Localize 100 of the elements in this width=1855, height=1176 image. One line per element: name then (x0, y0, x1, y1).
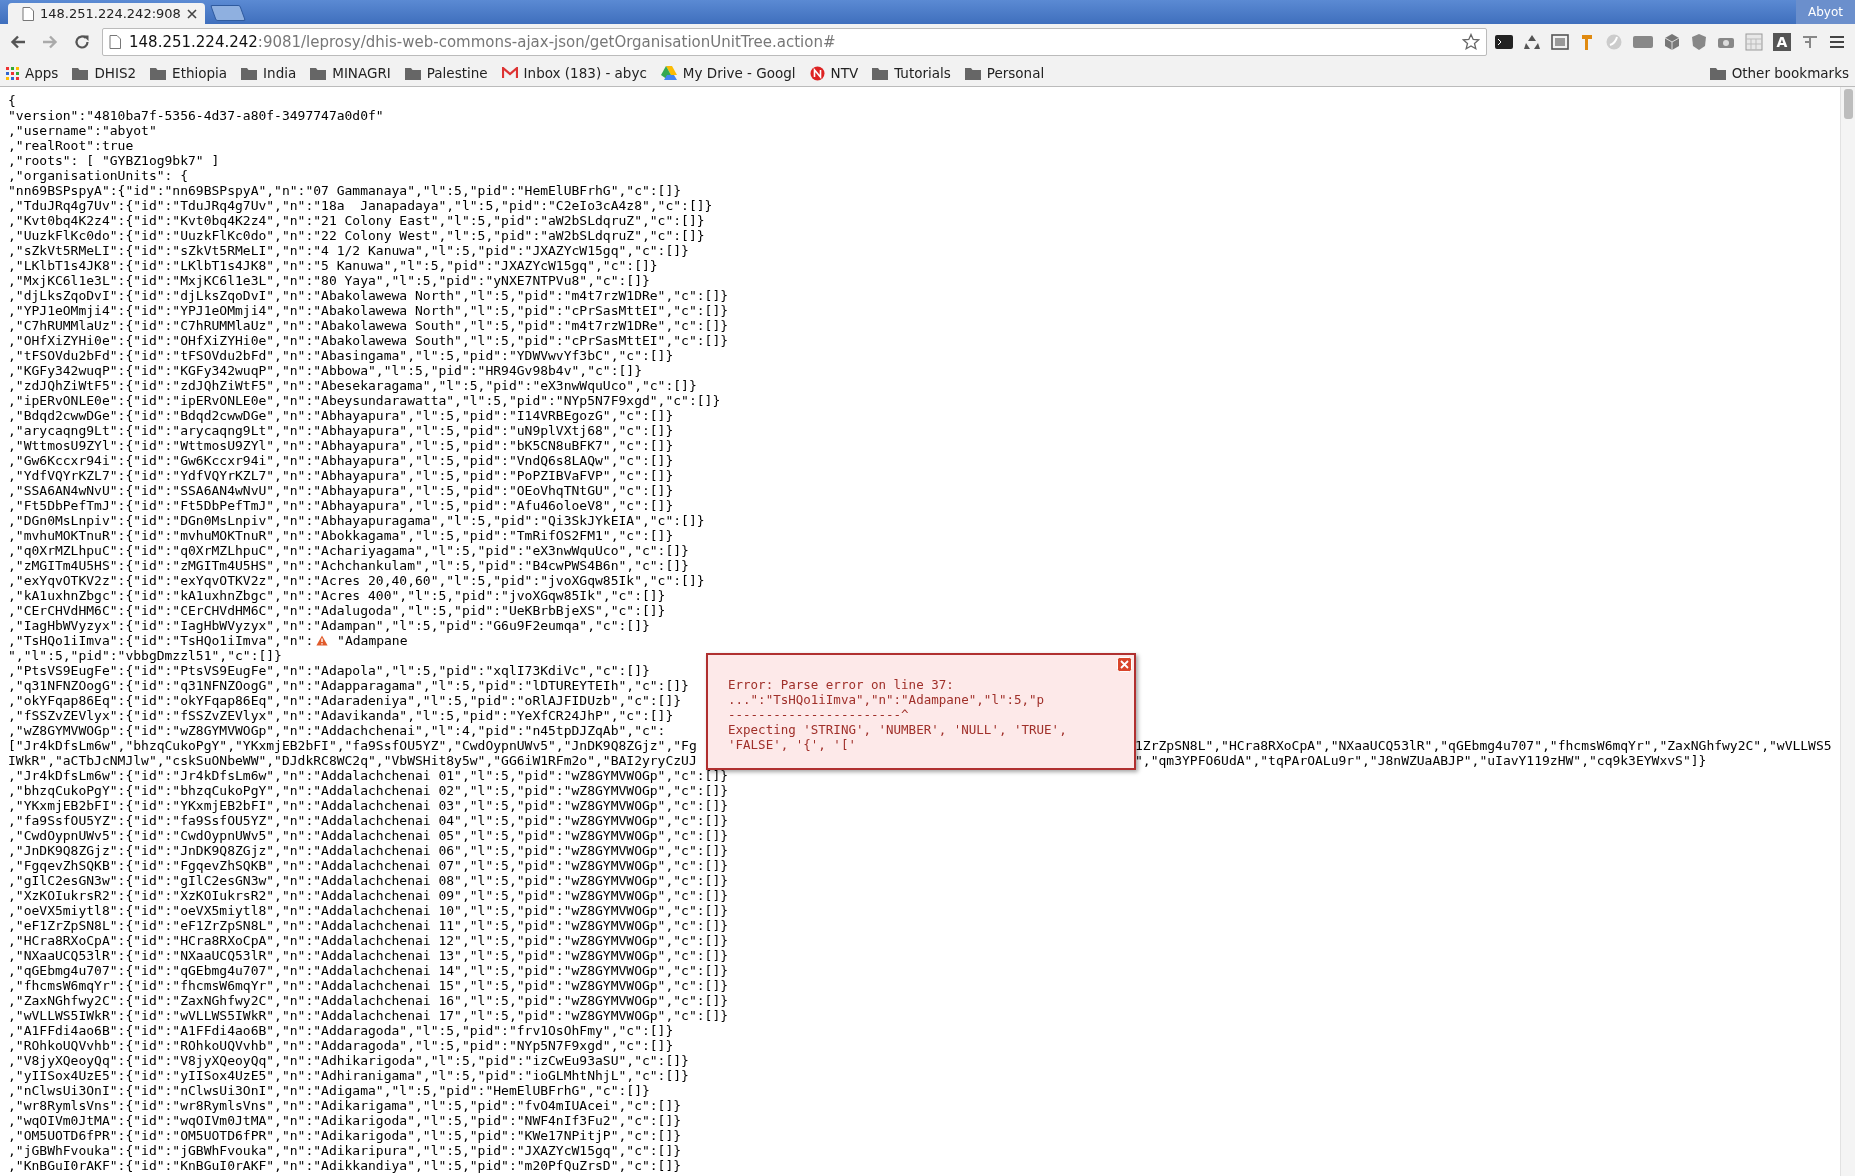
code-line: ,"ZaxNGhfwy2C":{"id":"ZaxNGhfwy2C","n":"Addalachchenai 16","l":5,"pid":"wZ8GYMVWOGp","c":[]} (8, 993, 729, 1008)
page-icon (22, 6, 34, 21)
code-line: ,"TsHQo1iImva":{"id":"TsHQo1iImva","n": (8, 633, 314, 648)
code-line: ,"Gw6Kccxr94i":{"id":"Gw6Kccxr94i","n":"Abhayapura","l":5,"pid":"VndQ6s8LAQw","c":[]} (8, 453, 674, 468)
error-text: Expecting 'STRING', 'NUMBER', 'NULL', 'TRUE', (728, 722, 1068, 737)
code-line: ,"HCra8RXoCpA":{"id":"HCra8RXoCpA","n":"Addalachchenai 12","l":5,"pid":"wZ8GYMVWOGp","c":[]} (8, 933, 729, 948)
error-text: Error: Parse error on line 37: (728, 677, 955, 692)
code-line: ,"FgqevZhSQKB":{"id":"FgqevZhSQKB","n":"Addalachchenai 07","l":5,"pid":"wZ8GYMVWOGp","c":[]} (8, 858, 729, 873)
code-line: ,"Ft5DbPefTmJ":{"id":"Ft5DbPefTmJ","n":"Abhayapura","l":5,"pid":"Afu46oloeV8","c":[]} (8, 498, 674, 513)
folder-icon (150, 66, 167, 80)
page-icon (109, 35, 121, 49)
folder-icon (964, 66, 981, 80)
code-line: ,"wZ8GYMVWOGp":{"id":"wZ8GYMVWOGp","n":"Addachchenai","l":4,"pid":"n45tpDJZqAb","c": (8, 723, 666, 738)
terminal-icon[interactable] (1495, 34, 1513, 50)
new-tab-button[interactable] (209, 5, 246, 21)
menu-icon[interactable] (1829, 35, 1845, 49)
code-line: ,"wr8RymlsVns":{"id":"wr8RymlsVns","n":"Adikarigama","l":5,"pid":"fvO4mIUAcei","c":[]} (8, 1098, 682, 1113)
error-text: 'FALSE', '{', '[' (728, 737, 857, 752)
code-line: ,"yIISox4UzE5":{"id":"yIISox4UzE5","n":"Adhiranigama","l":5,"pid":"ioGLMhtNhjL","c":[]} (8, 1068, 689, 1083)
reload-icon[interactable] (73, 33, 91, 51)
code-line: ,"LKlbT1s4JK8":{"id":"LKlbT1s4JK8","n":"5 Kanuwa","l":5,"pid":"JXAZYcW15gq","c":[]} (8, 258, 658, 273)
code-line: ,"q31NFNZOogG":{"id":"q31NFNZOogG","n":"Adapparagama","l":5,"pid":"lDTUREYTEIh","c":[]} (8, 678, 689, 693)
code-line: "nn69BSPspyA":{"id":"nn69BSPspyA","n":"07 Gammanaya","l":5,"pid":"HemElUBFrhG","c":[]} (8, 183, 682, 198)
screen-capture-icon[interactable] (1551, 34, 1569, 50)
drive-icon (660, 66, 677, 80)
bookmark[interactable]: DHIS2 (72, 65, 137, 81)
bookmark[interactable]: Tutorials (872, 65, 951, 81)
code-line: ,"sZkVt5RMeLI":{"id":"sZkVt5RMeLI","n":"4 1/2 Kanuwa","l":5,"pid":"JXAZYcW15gq","c":[]} (8, 243, 689, 258)
code-line: ","l":5,"pid":"vbbgDmzzl51","c":[]} (8, 648, 282, 663)
shield-icon[interactable] (1691, 33, 1707, 51)
code-line: ,"username":"abyot" (8, 123, 157, 138)
code-line: ","qm3YPFO6UdA","tqPArOALu9r","J8nWZUaABJP","uIavY119zHW","cq9k3EYWxvS"]} (1135, 753, 1707, 768)
code-line: ,"Bdqd2cwwDGe":{"id":"Bdqd2cwwDGe","n":"Abhayapura","l":5,"pid":"I14VRBEgozG","c":[]} (8, 408, 674, 423)
code-line: ,"gIlC2esGN3w":{"id":"gIlC2esGN3w","n":"Addalachchenai 08","l":5,"pid":"wZ8GYMVWOGp","c":[]} (8, 873, 729, 888)
bookmark[interactable]: Other bookmarks (1709, 65, 1849, 81)
code-line: ,"arycaqng9Lt":{"id":"arycaqng9Lt","n":"Abhayapura","l":5,"pid":"uN9plVXtj68","c":[]} (8, 423, 674, 438)
mail-icon (501, 67, 518, 79)
code-line: ,"jGBWhFvouka":{"id":"jGBWhFvouka","n":"Adikaripura","l":5,"pid":"JXAZYcW15gq","c":[]} (8, 1143, 682, 1158)
back-icon[interactable] (9, 33, 27, 51)
code-line: ,"ROhkoUQVvhb":{"id":"ROhkoUQVvhb","n":"Addaragoda","l":5,"pid":"NYp5N7F9xgd","c":[]} (8, 1038, 674, 1053)
bookmark[interactable]: My Drive - Googl (660, 65, 796, 81)
camera-icon[interactable] (1717, 35, 1735, 49)
code-line: ,"realRoot":true (8, 138, 134, 153)
bookmark[interactable]: NTV (809, 65, 859, 81)
error-text: ...":"TsHQo1iImva","n":"Adampane","l":5,"p (728, 692, 1046, 707)
font-extension-button[interactable]: A (1773, 33, 1791, 51)
bookmark[interactable]: Inbox (183) - abyc (501, 65, 647, 81)
code-line: ,"UuzkFlKc0do":{"id":"UuzkFlKc0do","n":"22 Colony West","l":5,"pid":"aW2bSLdqruZ","c":[]} (8, 228, 705, 243)
bookmark[interactable]: India (241, 65, 297, 81)
code-line: ,"fhcmsW6mqYr":{"id":"fhcmsW6mqYr","n":"Addalachchenai 15","l":5,"pid":"wZ8GYMVWOGp","c":[]} (8, 978, 729, 993)
code-line: ,"fa9SsfOU5YZ":{"id":"fa9SsfOU5YZ","n":"Addalachchenai 04","l":5,"pid":"wZ8GYMVWOGp","c":[]} (8, 813, 729, 828)
code-line: ,"mvhuMOKTnuR":{"id":"mvhuMOKTnuR","n":"Abokkagama","l":5,"pid":"TmRifOS2FM1","c":[]} (8, 528, 674, 543)
code-line: ,"djLksZqoDvI":{"id":"djLksZqoDvI","n":"Abakolawewa North","l":5,"pid":"m4t7rzW1DRe","c":[]} (8, 288, 729, 303)
code-line: ,"XzKOIukrsR2":{"id":"XzKOIukrsR2","n":"Addalachchenai 09","l":5,"pid":"wZ8GYMVWOGp","c":[]} (8, 888, 729, 903)
code-line: ,"C7hRUMMlaUz":{"id":"C7hRUMMlaUz","n":"Abakolawewa South","l":5,"pid":"m4t7rzW1DRe","c":[]} (8, 318, 729, 333)
code-line: ,"zdJQhZiWtF5":{"id":"zdJQhZiWtF5","n":"Abesekaragama","l":5,"pid":"eX3nwWquUco","c":[]} (8, 378, 697, 393)
logo-icon (809, 65, 825, 81)
code-line: ,"KGFy342wuqP":{"id":"KGFy342wuqP","n":"Abbowa","l":5,"pid":"HR94Gv98b4v","c":[]} (8, 363, 642, 378)
code-line: ,"TduJRq4g7Uv":{"id":"TduJRq4g7Uv","n":"18a Janapadaya","l":5,"pid":"C2eIo3cA4z8","c":[]} (8, 198, 713, 213)
bookmark[interactable]: Personal (964, 65, 1045, 81)
scrollbar[interactable] (1840, 87, 1855, 1176)
code-line: ,"Jr4kDfsLm6w":{"id":"Jr4kDfsLm6w","n":"Addalachchenai 01","l":5,"pid":"wZ8GYMVWOGp","c":[]} (8, 768, 729, 783)
code-line: ,"wVLLWS5IWkR":{"id":"wVLLWS5IWkR","n":"Addalachchenai 17","l":5,"pid":"wZ8GYMVWOGp","c":[]} (8, 1008, 729, 1023)
code-line: ,"fSSZvZEVlyx":{"id":"fSSZvZEVlyx","n":"Adavikanda","l":5,"pid":"YeXfCR24JhP","c":[]} (8, 708, 674, 723)
code-line: ,"MxjKC6l1e3L":{"id":"MxjKC6l1e3L","n":"80 Yaya","l":5,"pid":"yNXE7NTPVu8","c":[]} (8, 273, 650, 288)
code-line: ,"roots": [ "GYBZ1og9bk7" ] (8, 153, 220, 168)
bookmark[interactable]: MINAGRI (310, 65, 391, 81)
text-icon[interactable] (1801, 34, 1819, 50)
code-line: ,"okYFqap86Eq":{"id":"okYFqap86Eq","n":"Adaradeniya","l":5,"pid":"oRlAJFIDUzb","c":[]} (8, 693, 682, 708)
warning-icon (316, 635, 329, 646)
code-line: "Adampane (336, 633, 408, 648)
code-line: ,"tFSOVdu2bFd":{"id":"tFSOVdu2bFd","n":"Abasingama","l":5,"pid":"YDWVwvYf3bC","c":[]} (8, 348, 674, 363)
forward-icon[interactable] (41, 33, 59, 51)
code-line: "version":"4810ba7f-5356-4d37-a80f-3497747a0d0f" (8, 108, 384, 123)
bookmark[interactable]: Apps (6, 65, 59, 81)
code-line: ,"JnDK9Q8ZGjz":{"id":"JnDK9Q8ZGjz","n":"Addalachchenai 06","l":5,"pid":"wZ8GYMVWOGp","c":[]} (8, 843, 729, 858)
code-line: { (8, 93, 16, 108)
code-line: ,"A1FFdi4ao6B":{"id":"A1FFdi4ao6B","n":"Addaragoda","l":5,"pid":"frv1OsOhFmy","c":[]} (8, 1023, 674, 1038)
code-line: ,"oeVX5miytl8":{"id":"oeVX5miytl8","n":"Addalachchenai 10","l":5,"pid":"wZ8GYMVWOGp","c":[]} (8, 903, 729, 918)
code-line: ,"exYqvOTKV2z":{"id":"exYqvOTKV2z","n":"Acres 20,40,60","l":5,"pid":"jvoXGqw85Ik","c":[]} (8, 573, 705, 588)
code-line: ,"WttmosU9ZYl":{"id":"WttmosU9ZYl","n":"Abhayapura","l":5,"pid":"bK5CN8uBFK7","c":[]} (8, 438, 674, 453)
browser-tab[interactable]: 148.251.224.242:908 (8, 3, 205, 24)
code-line: ,"PtsVS9EugFe":{"id":"PtsVS9EugFe","n":"Adapola","l":5,"pid":"xqlI73KdiVc","c":[]} (8, 663, 650, 678)
bookmark[interactable]: Ethiopia (150, 65, 228, 81)
close-icon[interactable] (186, 8, 197, 19)
code-line: ,"kA1uxhnZbgc":{"id":"kA1uxhnZbgc","n":"Acres 400","l":5,"pid":"jvoXGqw85Ik","c":[]} (8, 588, 666, 603)
error-text: -----------------------^ (728, 707, 910, 722)
code-line: ,"qGEbmg4u707":{"id":"qGEbmg4u707","n":"Addalachchenai 14","l":5,"pid":"wZ8GYMVWOGp","c":[]} (8, 963, 729, 978)
close-button[interactable] (1117, 657, 1132, 672)
code-line: ,"YPJ1eOMmji4":{"id":"YPJ1eOMmji4","n":"Abakolawewa North","l":5,"pid":"cPrSasMttEI","c":[]} (8, 303, 729, 318)
cube-icon[interactable] (1663, 33, 1681, 51)
code-line: ,"NXaaUCQ53lR":{"id":"NXaaUCQ53lR","n":"Addalachchenai 13","l":5,"pid":"wZ8GYMVWOGp","c":[]} (8, 948, 729, 963)
code-line: IWkR","aCTbJcNMJlw","cskSuONbeWW","DJdkRC8WC2q","VbWSHit8y5w","GG6iW1RFm2o","BAI2yryCzUJ (8, 753, 697, 768)
code-line: ,"DGn0MsLnpiv":{"id":"DGn0MsLnpiv","n":"Abhayapuragama","l":5,"pid":"Qi3SkJYkEIA","c":[]} (8, 513, 705, 528)
code-line: ,"CwdOypnUWv5":{"id":"CwdOypnUWv5","n":"Addalachchenai 05","l":5,"pid":"wZ8GYMVWOGp","c":[]} (8, 828, 729, 843)
address-bar[interactable]: 148.251.224.242:9081/leprosy/dhis-web-commons-ajax-json/getOrganisationUnitTree.action# (102, 28, 1487, 56)
code-line: ,"nClwsUi3OnI":{"id":"nClwsUi3OnI","n":"Adigama","l":5,"pid":"HemElUBFrhG","c":[]} (8, 1083, 650, 1098)
bookmark[interactable]: Palestine (404, 65, 488, 81)
star-icon[interactable] (1462, 33, 1480, 51)
folder-icon (404, 66, 421, 80)
